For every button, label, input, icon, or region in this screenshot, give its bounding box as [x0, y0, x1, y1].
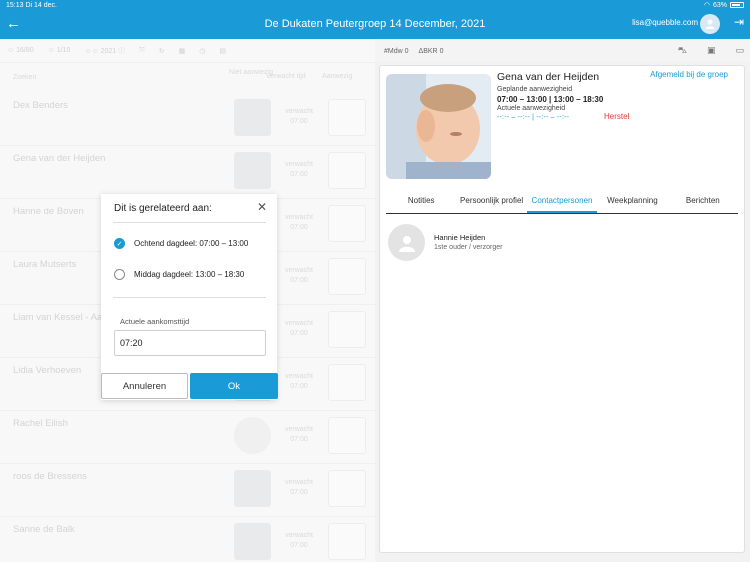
radio-morning[interactable]: ✓ — [114, 238, 125, 249]
arrival-time-input[interactable] — [114, 330, 266, 356]
contact-item[interactable]: Hannie Heijden 1ste ouder / verzorger — [386, 224, 738, 264]
ok-button[interactable]: Ok — [190, 373, 278, 399]
user-email: lisa@quebble.com — [632, 18, 698, 27]
contact-role: 1ste ouder / verzorger — [434, 244, 503, 251]
status-date: Di 14 dec. — [25, 1, 58, 9]
user-avatar[interactable] — [700, 14, 720, 34]
message-icon[interactable]: ▭ — [735, 45, 744, 57]
car-icon[interactable]: ⛍ — [678, 45, 687, 57]
status-bar: 15:13 Di 14 dec. ◠ 63% — [0, 0, 750, 10]
option-morning[interactable]: ✓ Ochtend dagdeel: 07:00 – 13:00 — [114, 238, 248, 249]
tab-persoonlijk-profiel[interactable]: Persoonlijk profiel — [456, 192, 526, 213]
user-icon — [705, 19, 715, 29]
arrival-dialog: Dit is gerelateerd aan: ✕ ✓ Ochtend dagd… — [101, 194, 278, 400]
radio-afternoon[interactable] — [114, 269, 125, 280]
app-header: ← De Dukaten Peutergroep 14 December, 20… — [0, 10, 750, 39]
status-time: 15:13 — [6, 1, 24, 9]
planned-label: Geplande aanwezigheid — [497, 86, 573, 93]
child-photo — [386, 74, 491, 179]
divider — [113, 222, 266, 223]
sign-out-link[interactable]: Afgemeld bij de groep — [650, 70, 728, 79]
profile-tabs: Notities Persoonlijk profiel Contactpers… — [386, 192, 738, 214]
option-morning-label: Ochtend dagdeel: 07:00 – 13:00 — [134, 239, 249, 248]
battery-icon — [730, 2, 744, 8]
arrival-time-label: Actuele aankomsttijd — [120, 317, 190, 326]
right-toolbar: #Mdw 0 ΔBKR 0 ⛍ ▣ ▭ — [375, 39, 750, 63]
actual-value: --:-- – --:-- | --:-- – --:-- — [497, 114, 570, 121]
planned-value: 07:00 – 13:00 | 13:00 – 18:30 — [497, 95, 604, 104]
contact-avatar — [388, 224, 425, 261]
child-profile-card: Gena van der Heijden Afgemeld bij de gro… — [379, 65, 745, 553]
contact-name: Hannie Heijden — [434, 233, 486, 242]
child-name: Gena van der Heijden — [497, 71, 600, 83]
divider — [113, 297, 266, 298]
option-afternoon[interactable]: Middag dagdeel: 13:00 – 18:30 — [114, 269, 244, 280]
bkr-count: ΔBKR 0 — [418, 47, 444, 55]
battery-percentage: 63% — [712, 1, 727, 9]
mdw-count: #Mdw 0 — [384, 47, 409, 55]
actual-label: Actuele aanwezigheid — [497, 105, 566, 112]
close-icon[interactable]: ✕ — [257, 200, 267, 214]
option-afternoon-label: Middag dagdeel: 13:00 – 18:30 — [134, 270, 245, 279]
wifi-icon: ◠ — [703, 2, 710, 9]
tab-contactpersonen[interactable]: Contactpersonen — [526, 192, 598, 213]
dialog-title: Dit is gerelateerd aan: — [114, 203, 212, 214]
tab-berichten[interactable]: Berichten — [668, 192, 738, 213]
tab-weekplanning[interactable]: Weekplanning — [597, 192, 667, 213]
tab-notities[interactable]: Notities — [386, 192, 456, 213]
child-photo-image — [386, 74, 491, 179]
restore-link[interactable]: Herstel — [604, 112, 629, 121]
cancel-button[interactable]: Annuleren — [101, 373, 188, 399]
calendar-icon[interactable]: ▣ — [707, 45, 716, 57]
user-icon — [398, 235, 415, 252]
logout-icon[interactable]: ⇥ — [734, 15, 744, 29]
